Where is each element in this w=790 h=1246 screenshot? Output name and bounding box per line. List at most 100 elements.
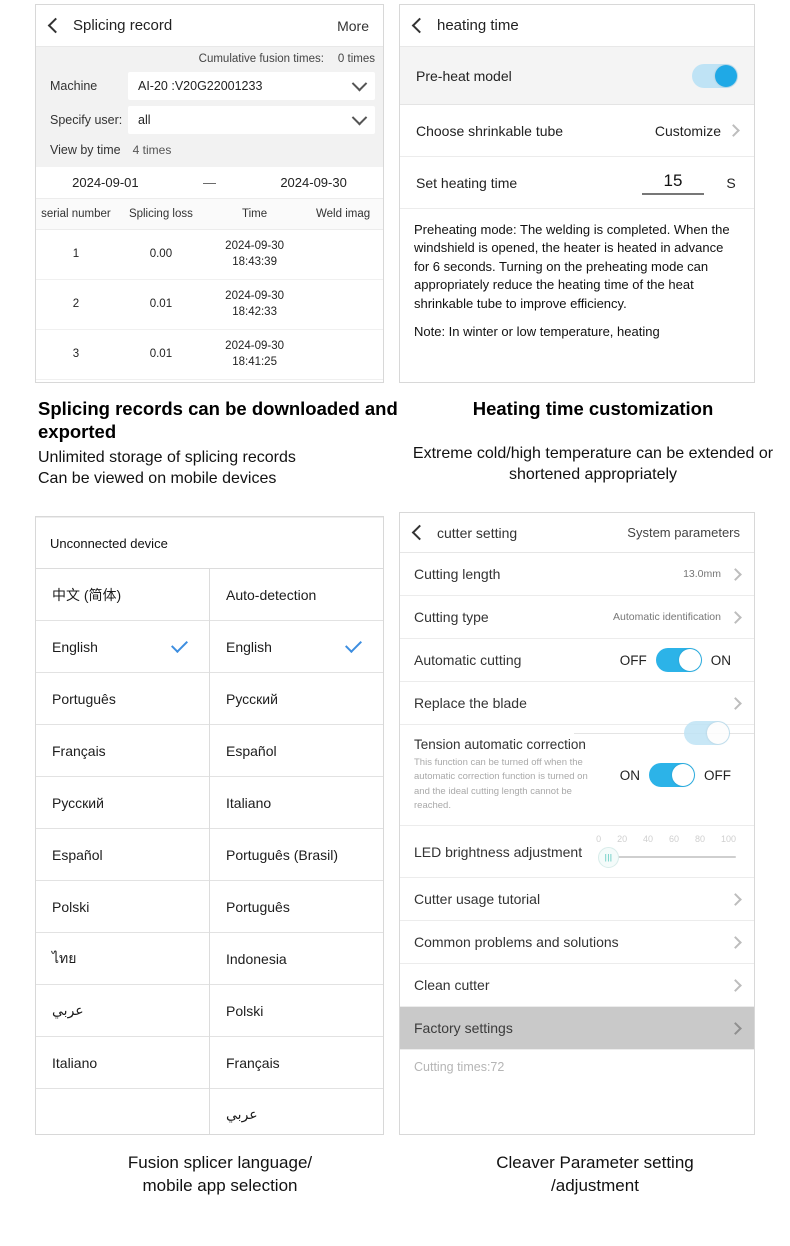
- date-start[interactable]: 2024-09-01: [36, 175, 175, 190]
- led-brightness-label: LED brightness adjustment: [414, 843, 583, 860]
- led-brightness-slider[interactable]: 0 20 40 60 80 100 |||: [596, 832, 740, 872]
- language-label: Italiano: [226, 794, 272, 811]
- automatic-cutting-off-label: OFF: [619, 652, 647, 668]
- date-end[interactable]: 2024-09-30: [244, 175, 383, 190]
- toggle-knob: [715, 64, 737, 87]
- list-item[interactable]: Português: [210, 881, 383, 933]
- caption-cleaver-line1: Cleaver Parameter setting: [496, 1153, 694, 1172]
- splicing-record-table: serial number Splicing loss Time Weld im…: [36, 199, 383, 381]
- language-label: Español: [52, 846, 103, 863]
- view-by-time-label: View by time: [50, 143, 121, 157]
- cutter-setting-screen: cutter setting System parameters Cutting…: [399, 512, 755, 1135]
- list-item[interactable]: English: [210, 621, 383, 673]
- list-item[interactable]: Auto-detection: [210, 569, 383, 621]
- system-parameters-button[interactable]: System parameters: [627, 525, 740, 540]
- led-tick: 20: [617, 833, 628, 844]
- language-label: Português (Brasil): [226, 846, 339, 863]
- list-item[interactable]: Français: [36, 725, 209, 777]
- unconnected-device-row: Unconnected device: [36, 517, 383, 569]
- chevron-right-icon: [729, 610, 742, 624]
- caption-cleaver: Cleaver Parameter setting /adjustment: [400, 1152, 790, 1198]
- language-label: Indonesia: [226, 950, 287, 967]
- col-time: Time: [206, 199, 304, 231]
- cell-time: 2024-09-30 18:42:33: [206, 279, 304, 331]
- heating-time-input[interactable]: 15: [642, 171, 704, 195]
- list-item[interactable]: Português (Brasil): [210, 829, 383, 881]
- automatic-cutting-on-label: ON: [710, 652, 731, 668]
- shrinkable-tube-row[interactable]: Choose shrinkable tube Customize: [400, 105, 754, 157]
- replace-blade-row[interactable]: Replace the blade: [400, 682, 754, 725]
- list-item[interactable]: [36, 1089, 209, 1134]
- tension-correction-toggle[interactable]: [649, 763, 695, 787]
- table-row[interactable]: 2 0.01 2024-09-30 18:42:33: [36, 279, 383, 331]
- caption-splicing: Splicing records can be downloaded and e…: [38, 398, 410, 489]
- list-item[interactable]: Indonesia: [210, 933, 383, 985]
- machine-select[interactable]: AI-20 :V20G22001233: [128, 72, 375, 100]
- chevron-left-icon[interactable]: [47, 17, 64, 34]
- list-item[interactable]: Español: [36, 829, 209, 881]
- col-serial-number: serial number: [36, 199, 116, 231]
- table-row[interactable]: 3 0.01 2024-09-30 18:41:25: [36, 329, 383, 381]
- list-item[interactable]: ไทย: [36, 933, 209, 985]
- splicing-record-screen: Splicing record More Cumulative fusion t…: [35, 4, 384, 383]
- toggle-knob: [707, 722, 729, 744]
- tension-off-label: OFF: [704, 767, 731, 783]
- tension-on-label: ON: [619, 767, 640, 783]
- list-item[interactable]: Русский: [210, 673, 383, 725]
- date-range-row[interactable]: 2024-09-01 — 2024-09-30: [36, 167, 383, 199]
- table-row[interactable]: 1 0.00 2024-09-30 18:43:39: [36, 229, 383, 281]
- cell-loss: 0.01: [115, 329, 207, 381]
- unconnected-device-label: Unconnected device: [50, 535, 168, 551]
- chevron-right-icon: [729, 567, 742, 581]
- chevron-left-icon[interactable]: [411, 524, 428, 541]
- factory-settings-row[interactable]: Factory settings: [400, 1007, 754, 1050]
- language-label: Auto-detection: [226, 586, 317, 603]
- view-by-time-value: 4 times: [132, 143, 172, 157]
- language-label: Русский: [52, 794, 104, 811]
- list-item[interactable]: عربي: [36, 985, 209, 1037]
- cutting-length-value: 13.0mm: [683, 568, 721, 580]
- toggle-knob: [678, 649, 701, 671]
- language-label: Italiano: [52, 1054, 98, 1071]
- check-icon: [171, 636, 188, 653]
- clean-cutter-label: Clean cutter: [414, 977, 490, 993]
- cumulative-value: 0 times: [337, 53, 375, 65]
- cell-clock-text: 18:43:39: [232, 255, 277, 268]
- list-item[interactable]: Italiano: [210, 777, 383, 829]
- list-item[interactable]: Polski: [36, 881, 209, 933]
- common-problems-row[interactable]: Common problems and solutions: [400, 921, 754, 964]
- automatic-cutting-toggle[interactable]: [655, 648, 702, 672]
- user-select[interactable]: all: [128, 106, 375, 134]
- list-item[interactable]: Português: [36, 673, 209, 725]
- list-item[interactable]: Español: [210, 725, 383, 777]
- clean-cutter-row[interactable]: Clean cutter: [400, 964, 754, 1007]
- shrinkable-tube-label: Choose shrinkable tube: [416, 122, 564, 139]
- list-item[interactable]: Français: [210, 1037, 383, 1089]
- language-columns: 中文 (简体) English Português Français Русск…: [36, 569, 383, 1134]
- list-item[interactable]: 中文 (简体): [36, 569, 209, 621]
- list-item[interactable]: Italiano: [36, 1037, 209, 1089]
- language-selection-screen: Unconnected device 中文 (简体) English Portu…: [35, 516, 384, 1135]
- cutting-type-row[interactable]: Cutting type Automatic identification: [400, 596, 754, 639]
- chevron-left-icon[interactable]: [411, 17, 428, 34]
- led-slider-handle[interactable]: |||: [598, 846, 620, 868]
- list-item[interactable]: Polski: [210, 985, 383, 1037]
- automatic-cutting-label: Automatic cutting: [414, 652, 522, 668]
- list-item[interactable]: English: [36, 621, 209, 673]
- cell-serial: 3: [36, 329, 116, 381]
- led-tick: 80: [694, 833, 705, 844]
- cutting-length-row[interactable]: Cutting length 13.0mm: [400, 553, 754, 596]
- cutter-tutorial-row[interactable]: Cutter usage tutorial: [400, 878, 754, 921]
- list-item[interactable]: Русский: [36, 777, 209, 829]
- promo-sheet: Splicing record More Cumulative fusion t…: [0, 0, 790, 1246]
- more-button[interactable]: More: [337, 18, 369, 34]
- preheat-model-row[interactable]: Pre-heat model: [400, 47, 754, 105]
- led-brightness-row[interactable]: LED brightness adjustment 0 20 40 60 80 …: [400, 826, 754, 878]
- preheat-model-label: Pre-heat model: [416, 67, 512, 84]
- preheat-model-toggle[interactable]: [692, 63, 738, 88]
- automatic-cutting-row[interactable]: Automatic cutting OFF ON: [400, 639, 754, 682]
- set-heating-time-row[interactable]: Set heating time 15 S: [400, 157, 754, 209]
- chevron-right-icon: [729, 978, 742, 992]
- cell-loss: 0.00: [115, 229, 207, 281]
- list-item[interactable]: عربي: [210, 1089, 383, 1134]
